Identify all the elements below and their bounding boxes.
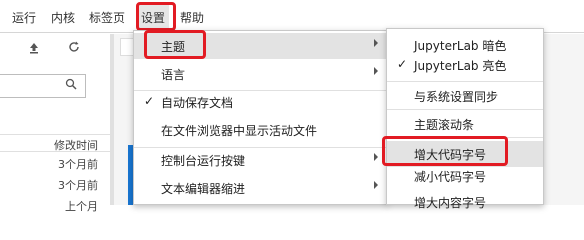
menu-item-console-run-keys[interactable]: 控制台运行按键 bbox=[134, 147, 387, 173]
menu-item-label: 控制台运行按键 bbox=[161, 154, 246, 168]
menu-item-decrease-code-font[interactable]: 减小代码字号 bbox=[387, 163, 543, 189]
file-search-box[interactable] bbox=[0, 74, 86, 98]
menu-item-label: 增大内容字号 bbox=[414, 196, 487, 210]
theme-highlight-box bbox=[144, 30, 206, 59]
menu-item-show-active-file[interactable]: 在文件浏览器中显示活动文件 bbox=[134, 117, 387, 143]
upload-icon[interactable] bbox=[28, 42, 40, 57]
menu-item-increase-content-font[interactable]: 增大内容字号 bbox=[387, 189, 543, 215]
menu-separator bbox=[387, 109, 543, 110]
check-icon: ✓ bbox=[397, 57, 408, 71]
menu-item-theme-scrollbar[interactable]: 主题滚动条 bbox=[387, 111, 543, 137]
theme-submenu: JupyterLab 暗色 ✓ JupyterLab 亮色 与系统设置同步 主题… bbox=[386, 28, 544, 210]
check-icon: ✓ bbox=[144, 94, 155, 108]
column-header-modified[interactable]: 修改时间 bbox=[0, 134, 110, 152]
menu-item-label: JupyterLab 亮色 bbox=[414, 59, 507, 73]
menu-help[interactable]: 帮助 bbox=[180, 9, 204, 26]
file-modified: 上个月 bbox=[65, 200, 98, 213]
search-icon[interactable] bbox=[65, 78, 77, 90]
file-row[interactable]: 3个月前 bbox=[0, 154, 110, 172]
menu-item-label: 与系统设置同步 bbox=[414, 90, 499, 104]
refresh-icon[interactable] bbox=[68, 41, 80, 56]
menu-item-label: 在文件浏览器中显示活动文件 bbox=[161, 124, 318, 138]
menu-kernel[interactable]: 内核 bbox=[51, 9, 75, 26]
menu-item-label: 自动保存文档 bbox=[161, 96, 234, 110]
menu-separator bbox=[387, 81, 543, 82]
menu-run[interactable]: 运行 bbox=[12, 9, 36, 26]
menu-item-language[interactable]: 语言 bbox=[134, 61, 387, 87]
chevron-right-icon bbox=[374, 39, 378, 47]
chevron-right-icon bbox=[374, 153, 378, 161]
file-row[interactable]: 上个月 bbox=[0, 196, 110, 214]
file-browser: 修改时间 3个月前 3个月前 上个月 bbox=[0, 34, 110, 213]
menu-tabs[interactable]: 标签页 bbox=[89, 9, 125, 26]
increase-code-font-highlight-box bbox=[382, 136, 508, 166]
menu-item-editor-indent[interactable]: 文本编辑器缩进 bbox=[134, 175, 387, 201]
menu-item-label: 文本编辑器缩进 bbox=[161, 182, 246, 196]
file-modified: 3个月前 bbox=[58, 158, 98, 171]
chevron-right-icon bbox=[374, 181, 378, 189]
menu-item-label: 语言 bbox=[161, 68, 186, 82]
chevron-right-icon bbox=[374, 67, 378, 75]
menu-item-jupyterlab-light[interactable]: ✓ JupyterLab 亮色 bbox=[387, 52, 543, 78]
column-header-label: 修改时间 bbox=[54, 139, 98, 152]
menu-item-sync-system[interactable]: 与系统设置同步 bbox=[387, 83, 543, 109]
menu-item-label: 减小代码字号 bbox=[414, 170, 487, 184]
file-row[interactable]: 3个月前 bbox=[0, 175, 110, 193]
menu-item-autosave[interactable]: ✓ 自动保存文档 bbox=[134, 89, 387, 115]
settings-highlight-box bbox=[136, 2, 176, 31]
file-search-input[interactable] bbox=[1, 76, 61, 96]
file-modified: 3个月前 bbox=[58, 179, 98, 192]
menu-item-label: 主题滚动条 bbox=[414, 118, 475, 132]
